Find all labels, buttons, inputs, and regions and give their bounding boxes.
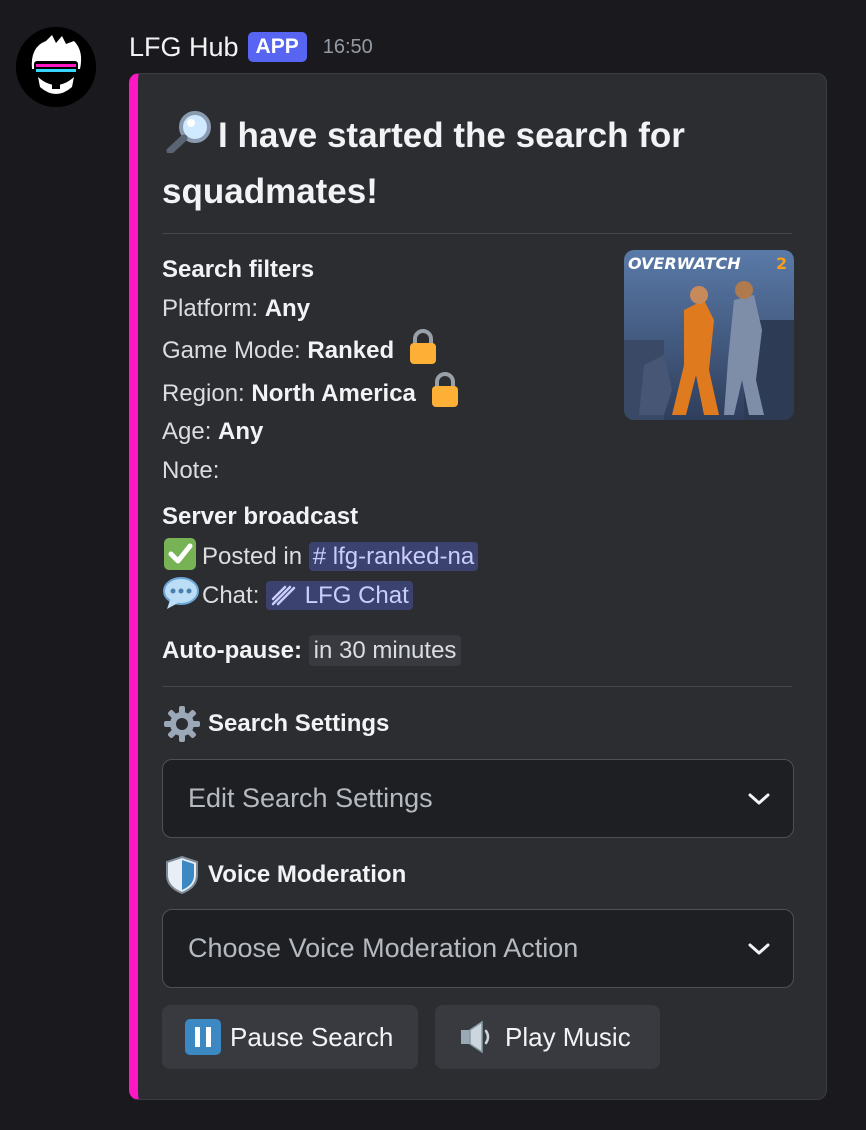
thumbnail-logo-number: 2	[776, 254, 787, 273]
server-broadcast-field: Server broadcast Posted in # lfg-ranked-…	[162, 498, 479, 616]
game-thumbnail[interactable]: OVERWATCH 2	[624, 250, 794, 420]
divider	[162, 686, 792, 687]
region-value: North America	[251, 379, 416, 407]
gear-icon	[164, 706, 200, 742]
voice-moderation-heading: Voice Moderation	[162, 855, 406, 895]
search-filters-heading: Search filters	[162, 256, 315, 283]
lock-icon	[409, 329, 436, 365]
platform-value: Any	[264, 294, 311, 322]
posted-in-line: Posted in # lfg-ranked-na	[162, 537, 479, 577]
shield-icon	[166, 855, 198, 895]
select-placeholder: Choose Voice Moderation Action	[188, 933, 579, 963]
auto-pause-label: Auto-pause:	[162, 637, 302, 664]
embed-card: I have started the search for squadmates…	[129, 73, 827, 1100]
pause-icon	[185, 1019, 221, 1055]
game-mode-value: Ranked	[307, 337, 395, 365]
age-value: Any	[218, 418, 264, 446]
chat-line: Chat: LFG Chat	[162, 576, 478, 616]
bot-username[interactable]: LFG Hub	[129, 32, 239, 63]
game-mode-line: Game Mode: Ranked	[162, 328, 461, 371]
message-timestamp[interactable]: 16:50	[323, 36, 373, 59]
divider	[162, 233, 792, 234]
play-music-button[interactable]: Play Music	[435, 1005, 660, 1069]
pause-search-button[interactable]: Pause Search	[162, 1005, 418, 1069]
server-broadcast-heading: Server broadcast	[162, 503, 359, 530]
search-filters-field: Search filters Platform: Any Game Mode: …	[162, 251, 461, 491]
speech-bubble-icon	[163, 577, 199, 610]
embed-title-text: I have started the search for squadmates…	[162, 116, 685, 211]
lock-icon	[431, 371, 458, 407]
note-line: Note:	[162, 456, 220, 484]
edit-search-settings-select[interactable]: Edit Search Settings	[162, 759, 794, 838]
search-settings-heading: Search Settings	[162, 705, 389, 743]
platform-line: Platform: Any	[162, 294, 311, 322]
message-header: LFG Hub APP 16:50	[129, 30, 373, 64]
age-line: Age: Any	[162, 418, 264, 446]
chevron-down-icon	[748, 793, 770, 804]
embed-title: I have started the search for squadmates…	[162, 108, 782, 220]
check-mark-icon	[164, 537, 196, 570]
chevron-down-icon	[748, 943, 770, 954]
thread-icon	[271, 585, 296, 606]
auto-pause-field: Auto-pause: in 30 minutes	[162, 632, 462, 671]
speaker-icon	[461, 1020, 490, 1054]
app-badge: APP	[247, 32, 307, 62]
auto-pause-value: in 30 minutes	[308, 635, 462, 666]
select-placeholder: Edit Search Settings	[188, 783, 433, 813]
channel-mention-lfg-ranked-na[interactable]: # lfg-ranked-na	[308, 541, 479, 571]
magnifying-glass-icon	[166, 111, 211, 153]
voice-moderation-select[interactable]: Choose Voice Moderation Action	[162, 909, 794, 988]
bot-avatar[interactable]	[16, 27, 96, 107]
thumbnail-logo-text: OVERWATCH	[628, 254, 741, 273]
thread-mention-lfg-chat[interactable]: LFG Chat	[266, 581, 413, 611]
region-line: Region: North America	[162, 371, 461, 414]
